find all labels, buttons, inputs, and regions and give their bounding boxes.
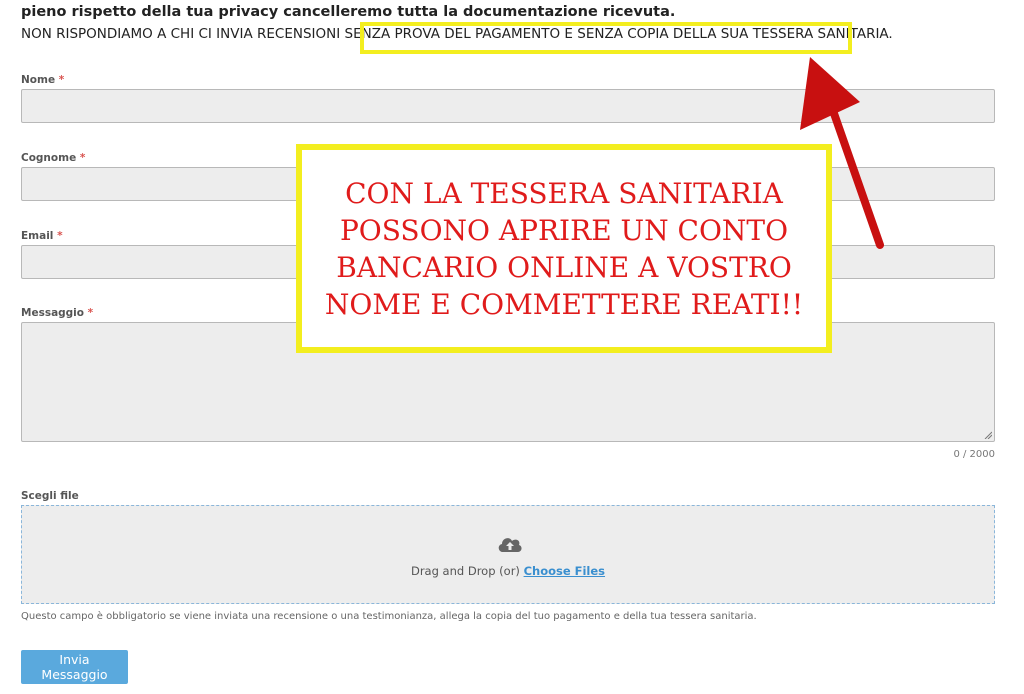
cognome-label-text: Cognome [21, 152, 77, 164]
required-mark: * [79, 152, 86, 164]
email-label-text: Email [21, 230, 54, 242]
messaggio-label: Messaggio * [21, 307, 93, 319]
required-mark: * [58, 74, 65, 86]
highlight-box [360, 22, 852, 54]
dropzone-text: Drag and Drop (or) Choose Files [22, 564, 994, 578]
warning-line-1: CON LA TESSERA SANITARIA [345, 176, 783, 210]
warning-line-4: NOME E COMMETTERE REATI!! [324, 287, 804, 321]
drop-instruction: Drag and Drop (or) [410, 564, 520, 578]
warning-text: CON LA TESSERA SANITARIA POSSONO APRIRE … [304, 175, 824, 323]
nome-label: Nome * [21, 74, 64, 86]
messaggio-label-text: Messaggio [21, 307, 84, 319]
file-dropzone[interactable]: Drag and Drop (or) Choose Files [21, 505, 995, 604]
file-help-text: Questo campo è obbligatorio se viene inv… [21, 611, 757, 622]
warning-line-3: BANCARIO ONLINE A VOSTRO [336, 250, 792, 284]
nome-label-text: Nome [21, 74, 56, 86]
char-counter: 0 / 2000 [953, 449, 995, 460]
warning-line-2: POSSONO APRIRE UN CONTO [339, 213, 789, 247]
cognome-label: Cognome * [21, 152, 85, 164]
required-mark: * [87, 307, 94, 319]
warning-box: CON LA TESSERA SANITARIA POSSONO APRIRE … [296, 144, 832, 353]
email-label: Email * [21, 230, 63, 242]
choose-files-link[interactable]: Choose Files [524, 564, 605, 578]
required-mark: * [57, 230, 63, 242]
file-label: Scegli file [21, 490, 79, 502]
submit-button[interactable]: Invia Messaggio [21, 650, 128, 684]
cloud-upload-icon [498, 538, 522, 552]
intro-bold-text: pieno rispetto della tua privacy cancell… [21, 4, 676, 20]
red-arrow-icon [800, 57, 884, 249]
resize-grip-icon[interactable] [984, 431, 992, 439]
